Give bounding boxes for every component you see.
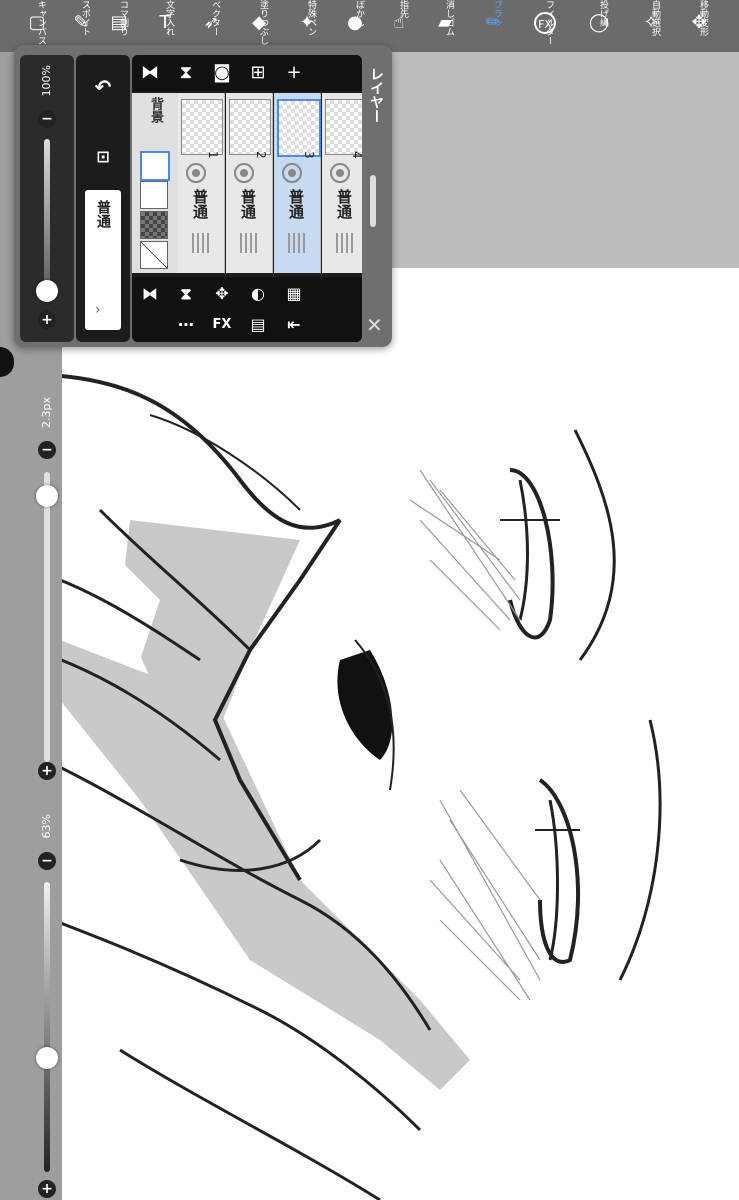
brush-size-knob[interactable]: [36, 485, 58, 507]
layer-thumbnail: [325, 99, 362, 155]
layer-opacity-knob[interactable]: [36, 280, 58, 302]
background-checker-swatch[interactable]: [140, 211, 168, 239]
layer-panel-title: レイヤー: [368, 67, 384, 123]
layer-list-icon[interactable]: ▤: [246, 313, 270, 337]
layer-opacity-slider[interactable]: [44, 139, 50, 299]
tool-label: スポイト: [80, 0, 90, 36]
brush-size-decrease-button[interactable]: −: [38, 441, 56, 459]
tool-label: 文字入れ: [164, 0, 174, 36]
tool-label: フィルター: [544, 0, 554, 45]
tool-eraser[interactable]: ▰ 消しゴム: [430, 0, 460, 52]
drag-handle-icon[interactable]: [240, 233, 258, 253]
tool-smudge[interactable]: ☝ 指先: [384, 0, 414, 52]
tool-label: 消しゴム: [444, 0, 454, 36]
tool-label: 指先: [398, 0, 408, 18]
layer-blend-mode: 普通: [335, 189, 353, 219]
layer-blend-mode: 普通: [287, 189, 305, 219]
blend-mode-label: 普通: [95, 200, 111, 228]
layer-opacity-column: 100% − +: [20, 55, 74, 342]
undo-icon[interactable]: ↶: [91, 75, 115, 99]
background-white-swatch[interactable]: [140, 151, 170, 181]
add-layer-icon[interactable]: +: [282, 61, 306, 85]
brush-size-increase-button[interactable]: +: [38, 762, 56, 780]
layer-opacity-increase-button[interactable]: +: [38, 311, 56, 329]
layer-bottom-icons: ⧓ ⧗ ✥ ◐ ▦ ⋯ FX ▤ ⇤: [132, 277, 362, 342]
brush-opacity-increase-button[interactable]: +: [38, 1180, 56, 1198]
layer-item-1[interactable]: 1 普通: [178, 93, 225, 273]
tool-label: ブラシ: [492, 0, 502, 27]
fx-button[interactable]: FX: [210, 313, 234, 337]
tool-lasso[interactable]: ◯ 投げ縄: [584, 0, 614, 52]
tool-label: 移動変形: [698, 0, 708, 36]
layer-thumbnail: [229, 99, 271, 155]
merge-down-icon[interactable]: ⇤: [282, 313, 306, 337]
eye-icon[interactable]: [282, 163, 302, 183]
layer-panel: 100% − + ↶ ⊡ 普通 › ⧓ ⧗ ◙ ⊞ + 背景 1 普通 2 普通…: [14, 45, 392, 347]
tool-label: コマ割り: [118, 0, 128, 36]
brush-size-value: 2.3px: [40, 397, 53, 428]
lock-alpha-icon[interactable]: ⊡: [91, 145, 115, 169]
background-label: 背景: [148, 97, 163, 123]
layer-item-2[interactable]: 2 普通: [226, 93, 273, 273]
background-layer[interactable]: 背景: [132, 93, 178, 273]
eye-icon[interactable]: [234, 163, 254, 183]
layer-number: 2: [254, 151, 268, 159]
layer-thumbnail: [181, 99, 223, 155]
layer-panel-header: レイヤー ✕: [364, 55, 388, 342]
brush-opacity-slider[interactable]: [44, 882, 50, 1172]
color-picker-swatch[interactable]: [0, 347, 14, 377]
move-layer-icon[interactable]: ✥: [210, 282, 234, 306]
tool-label: キャンバス: [36, 0, 46, 45]
background-light-swatch[interactable]: [140, 181, 168, 209]
camera-icon[interactable]: ◙: [210, 61, 234, 85]
drag-handle-icon[interactable]: [288, 233, 306, 253]
background-none-swatch[interactable]: [140, 241, 168, 269]
layer-number: 3: [302, 151, 316, 159]
tool-magic-wand[interactable]: ✧ 自動選択: [636, 0, 666, 52]
flip-horizontal-icon[interactable]: ⧓: [138, 282, 162, 306]
brush-opacity-decrease-button[interactable]: −: [38, 852, 56, 870]
brush-opacity-value: 63%: [40, 814, 53, 839]
tool-label: ベクター: [210, 0, 220, 36]
layer-thumbnail: [277, 99, 321, 157]
layer-number: 4: [350, 151, 362, 159]
layer-blend-mode: 普通: [191, 189, 209, 219]
tool-label: 投げ縄: [598, 0, 608, 27]
more-icon[interactable]: ⋯: [174, 313, 198, 337]
flip-vertical-icon[interactable]: ⧗: [174, 282, 198, 306]
chevron-right-icon: ›: [95, 302, 101, 318]
drag-handle-icon[interactable]: [336, 233, 354, 253]
layer-list-area: ⧓ ⧗ ◙ ⊞ + 背景 1 普通 2 普通 3 普通 4 普通 ⧓ ⧗ ✥ ◐…: [132, 55, 362, 342]
tool-move[interactable]: ✥ 移動変形: [684, 0, 714, 52]
layer-opacity-decrease-button[interactable]: −: [38, 110, 56, 128]
layer-opacity-value: 100%: [40, 65, 53, 97]
layer-number: 1: [206, 151, 220, 159]
tool-label: 自動選択: [650, 0, 660, 36]
flip-vertical-icon[interactable]: ⧗: [174, 61, 198, 85]
clipping-icon[interactable]: ◐: [246, 282, 270, 306]
tool-label: 塗りつぶし: [258, 0, 268, 45]
eye-icon[interactable]: [330, 163, 350, 183]
layer-item-3[interactable]: 3 普通: [274, 93, 321, 273]
tool-filter[interactable]: FX フィルター: [530, 0, 560, 52]
add-layer-option-icon[interactable]: ⊞: [246, 61, 270, 85]
tool-label: ぼかし: [354, 0, 364, 27]
close-icon[interactable]: ✕: [366, 313, 383, 337]
layer-item-4[interactable]: 4 普通: [322, 93, 362, 273]
checker-icon[interactable]: ▦: [282, 282, 306, 306]
drag-handle-icon[interactable]: [192, 233, 210, 253]
flip-horizontal-icon[interactable]: ⧓: [138, 61, 162, 85]
brush-opacity-knob[interactable]: [36, 1047, 58, 1069]
tool-label: 特殊ペン: [306, 0, 316, 36]
eye-icon[interactable]: [186, 163, 206, 183]
layer-blend-mode: 普通: [239, 189, 257, 219]
layer-tools-column: ↶ ⊡ 普通 ›: [76, 55, 130, 342]
tool-brush[interactable]: ✏ ブラシ: [478, 0, 508, 52]
blend-mode-button[interactable]: 普通 ›: [85, 190, 121, 330]
brush-size-slider[interactable]: [44, 472, 50, 762]
panel-grab-handle[interactable]: [370, 175, 376, 227]
layer-top-icons: ⧓ ⧗ ◙ ⊞ +: [132, 55, 362, 91]
